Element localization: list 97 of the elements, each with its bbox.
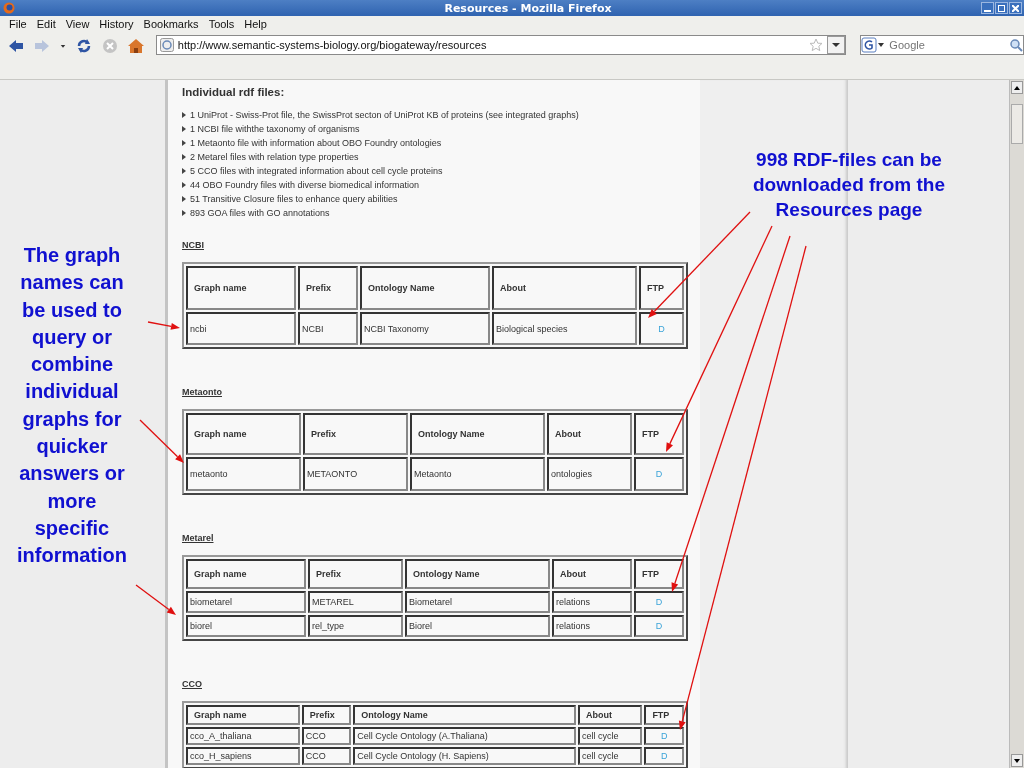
menu-item[interactable]: View — [60, 18, 95, 30]
up-arrow-icon — [1014, 85, 1020, 90]
site-icon — [159, 38, 174, 52]
annotation-text: The graph names can be used to query or combine individual graphs for quicker answers or more specific information — [16, 243, 128, 569]
table-cell: biorel — [186, 615, 306, 637]
menu-item[interactable]: Help — [239, 18, 272, 30]
table-cell: Cell Cycle Ontology (A.Thaliana) — [353, 727, 577, 745]
bullet-icon — [182, 182, 186, 188]
bullet-icon — [182, 196, 186, 202]
menu-item[interactable]: Edit — [31, 18, 61, 30]
list-item: 1 UniProt - Swiss-Prot file, the SwissProt secton of UniProt KB of proteins (see integrated graphs) — [190, 110, 579, 120]
table-cell: METAONTO — [303, 457, 408, 491]
table-cell: NCBI Taxonomy — [360, 312, 490, 345]
menu-item[interactable]: Tools — [203, 18, 240, 30]
section-heading: Individual rdf files: — [182, 86, 286, 98]
home-icon[interactable] — [126, 37, 145, 55]
table-cell: ontologies — [546, 457, 632, 491]
column-header: Ontology Name — [405, 559, 550, 589]
table-cell: cco_A_thaliana — [186, 727, 300, 745]
table-cell: Biometarel — [405, 591, 550, 613]
table-title: CCO — [182, 679, 202, 689]
column-header: Graph name — [186, 559, 306, 589]
list-item: 1 Metaonto file with information about OBO Foundry ontologies — [190, 138, 442, 148]
table-cell: Biorel — [405, 615, 550, 637]
bullet-icon — [182, 168, 186, 174]
bullet-icon — [182, 140, 186, 146]
table-title: Metaonto — [182, 387, 222, 397]
column-header: About — [546, 413, 632, 455]
column-header: Graph name — [186, 413, 301, 455]
scrollbar-thumb[interactable] — [1011, 104, 1023, 144]
table-title: Metarel — [182, 533, 214, 543]
arrow — [135, 584, 176, 615]
annotation-text: 998 RDF-files can be downloaded from the Resources page — [751, 148, 947, 222]
table-cell: biometarel — [186, 591, 306, 613]
column-header: Ontology Name — [353, 705, 577, 725]
star-icon[interactable] — [809, 38, 824, 52]
search-box[interactable]: Google — [860, 35, 1024, 55]
menu-item[interactable]: File — [4, 18, 32, 30]
maximize-button[interactable] — [995, 2, 1008, 14]
table-cell: Metaonto — [409, 457, 545, 491]
menu-item[interactable]: History — [94, 18, 139, 30]
table-cell: Biological species — [492, 312, 637, 345]
arrow — [147, 321, 180, 330]
table-cell: relations — [552, 591, 632, 613]
table-cell: cell cycle — [578, 727, 643, 745]
column-header: About — [492, 266, 637, 310]
browser-logo-icon — [3, 2, 15, 14]
bullet-icon — [182, 210, 186, 216]
scroll-up-button[interactable] — [1011, 81, 1023, 94]
search-icon[interactable] — [1008, 38, 1023, 52]
close-button[interactable] — [1009, 2, 1022, 14]
table-cell: cell cycle — [578, 747, 643, 765]
column-header: FTP — [633, 559, 684, 589]
bullet-icon — [182, 126, 186, 132]
table-cell: CCO — [301, 747, 352, 765]
column-header: Graph name — [186, 705, 300, 725]
scroll-down-button[interactable] — [1011, 754, 1023, 767]
close-icon — [1012, 4, 1019, 12]
back-icon[interactable] — [7, 37, 25, 55]
table-cell: ncbi — [186, 312, 296, 345]
bullet-icon — [182, 112, 186, 118]
dropdown-icon[interactable] — [827, 36, 846, 54]
maximize-icon — [998, 4, 1005, 12]
column-header: About — [578, 705, 643, 725]
bullet-icon — [182, 154, 186, 160]
table-cell: metaonto — [186, 457, 301, 491]
table-cell: NCBI — [298, 312, 358, 345]
menu-item[interactable]: Bookmarks — [138, 18, 204, 30]
table-cell: METAREL — [308, 591, 403, 613]
column-header: Prefix — [301, 705, 352, 725]
address-field[interactable]: http://www.semantic-systems-biology.org/biogateway/resources — [155, 35, 847, 55]
list-item: 1 NCBI file withthe taxonomy of organisms — [190, 124, 360, 134]
list-item: 2 Metarel files with relation type properties — [190, 152, 359, 162]
column-header: Graph name — [186, 266, 296, 310]
list-item: 44 OBO Foundry files with diverse biomedical information — [190, 180, 420, 190]
list-item: 5 CCO files with integrated information about cell cycle proteins — [190, 166, 443, 176]
table-cell: relations — [552, 615, 632, 637]
search-field[interactable]: Google — [887, 38, 1009, 52]
column-header: FTP — [633, 413, 684, 455]
column-header: FTP — [639, 266, 684, 310]
table-cell: rel_type — [308, 615, 403, 637]
minimize-button[interactable] — [981, 2, 994, 14]
arrow — [139, 419, 184, 463]
down-arrow-icon — [1014, 758, 1020, 763]
table-cell: cco_H_sapiens — [186, 747, 300, 765]
column-header: Ontology Name — [360, 266, 490, 310]
table-title: NCBI — [182, 240, 204, 250]
window-title: Resources - Mozilla Firefox — [443, 1, 613, 15]
column-header: Prefix — [308, 559, 403, 589]
column-header: Prefix — [298, 266, 358, 310]
table-cell: CCO — [301, 727, 352, 745]
list-item: 51 Transitive Closure files to enhance query abilities — [190, 194, 398, 204]
column-header: Ontology Name — [409, 413, 545, 455]
column-header: Prefix — [303, 413, 408, 455]
list-item: 893 GOA files with GO annotations — [190, 208, 330, 218]
table-cell: Cell Cycle Ontology (H. Sapiens) — [353, 747, 577, 765]
column-header: About — [552, 559, 632, 589]
